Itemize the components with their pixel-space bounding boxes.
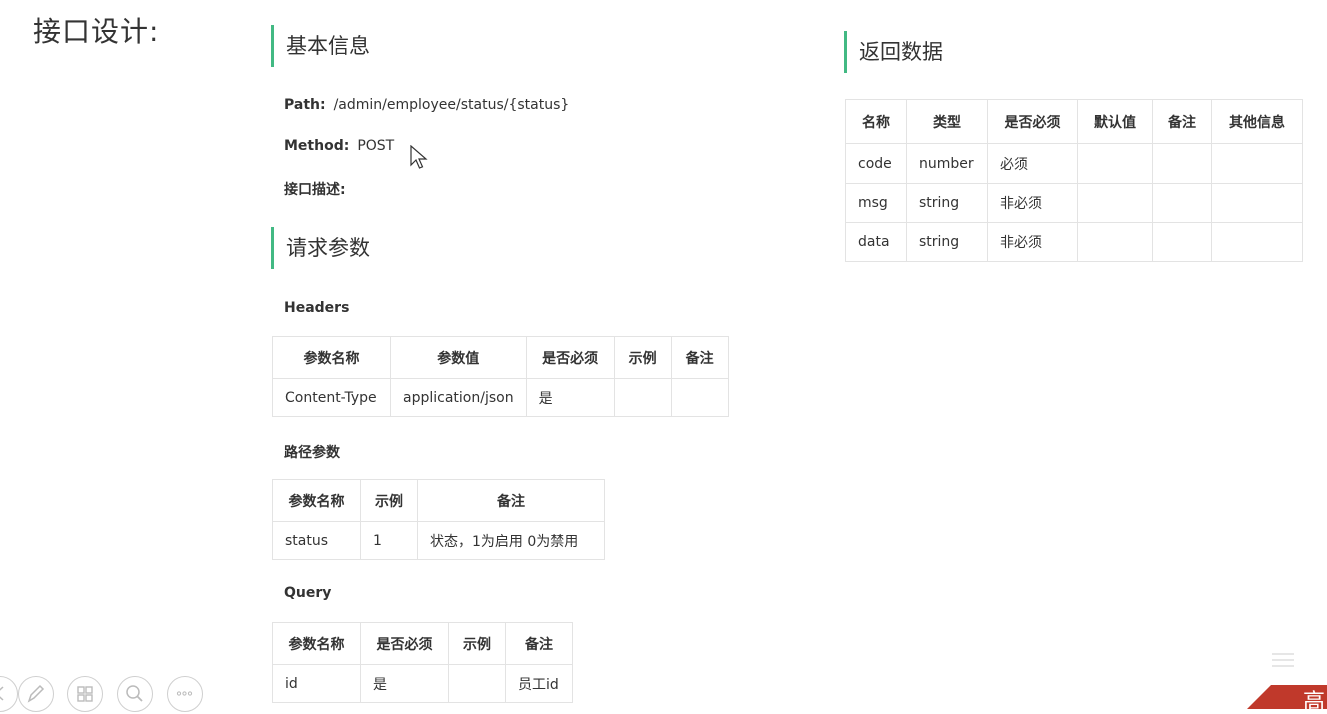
table-cell: 必须	[987, 143, 1078, 184]
arrow-icon	[0, 686, 4, 701]
response-table: 名称 类型 是否必须 默认值 备注 其他信息 code number 必须 ms…	[845, 99, 1303, 262]
resp-col-name: 名称	[845, 99, 907, 144]
more-dots-icon	[176, 691, 193, 696]
table-cell: application/json	[390, 378, 527, 417]
table-cell: 状态，1为启用 0为禁用	[417, 521, 605, 560]
table-cell: 非必须	[987, 222, 1078, 262]
mouse-cursor-icon	[410, 145, 428, 169]
table-cell	[1077, 183, 1153, 223]
resp-col-default: 默认值	[1077, 99, 1153, 144]
headers-col-required: 是否必须	[525, 336, 615, 379]
desc-row: 接口描述:	[284, 179, 354, 199]
table-cell	[1211, 222, 1303, 262]
table-cell: Content-Type	[272, 378, 391, 417]
table-row: id 是 员工id	[272, 664, 573, 703]
method-row: Method: POST	[284, 138, 394, 154]
query-col-required: 是否必须	[360, 622, 449, 665]
presentation-toolbar	[0, 669, 220, 712]
resp-col-required: 是否必须	[987, 99, 1078, 144]
headers-col-remark: 备注	[670, 336, 729, 379]
table-cell	[448, 664, 506, 703]
table-cell	[1211, 143, 1303, 184]
table-cell	[670, 378, 729, 417]
slide-title: 接口设计:	[33, 15, 160, 48]
query-col-remark: 备注	[505, 622, 573, 665]
slides-grid-icon	[77, 686, 93, 702]
table-cell: code	[845, 143, 907, 184]
table-cell: status	[272, 521, 361, 560]
table-row: code number 必须	[845, 143, 1303, 184]
table-cell: string	[906, 222, 988, 262]
table-row: msg string 非必须	[845, 183, 1303, 223]
table-cell	[1077, 222, 1153, 262]
resp-col-type: 类型	[906, 99, 988, 144]
headers-col-example: 示例	[613, 336, 672, 379]
table-cell	[1152, 222, 1212, 262]
path-params-table: 参数名称 示例 备注 status 1 状态，1为启用 0为禁用	[272, 479, 605, 560]
zoom-button[interactable]	[117, 676, 153, 712]
table-cell	[1077, 143, 1153, 184]
table-row: status 1 状态，1为启用 0为禁用	[272, 521, 605, 560]
pen-tool-button[interactable]	[18, 676, 54, 712]
table-cell: 是	[525, 378, 615, 417]
path-col-remark: 备注	[417, 479, 605, 522]
section-request-params: 请求参数	[271, 227, 370, 269]
headers-table: 参数名称 参数值 是否必须 示例 备注 Content-Type applica…	[272, 336, 729, 417]
table-cell: string	[906, 183, 988, 223]
path-value: /admin/employee/status/{status}	[333, 97, 570, 113]
slide-overview-button[interactable]	[67, 676, 103, 712]
magnifier-icon	[126, 685, 143, 702]
table-cell: 非必须	[987, 183, 1078, 223]
table-row: data string 非必须	[845, 222, 1303, 262]
corner-banner-icon: 高	[1247, 653, 1327, 714]
table-cell: number	[906, 143, 988, 184]
query-col-name: 参数名称	[272, 622, 361, 665]
path-params-title: 路径参数	[284, 445, 340, 461]
headers-col-name: 参数名称	[272, 336, 391, 379]
desc-label: 接口描述:	[284, 182, 346, 198]
table-cell	[613, 378, 672, 417]
table-cell: 员工id	[505, 664, 573, 703]
path-row: Path: /admin/employee/status/{status}	[284, 97, 569, 113]
query-title: Query	[284, 585, 332, 601]
table-cell: data	[845, 222, 907, 262]
corner-glyph: 高	[1303, 690, 1325, 709]
table-cell: msg	[845, 183, 907, 223]
path-col-example: 示例	[360, 479, 418, 522]
headers-col-value: 参数值	[390, 336, 527, 379]
path-col-name: 参数名称	[272, 479, 361, 522]
method-value: POST	[357, 138, 395, 154]
query-col-example: 示例	[448, 622, 506, 665]
table-cell	[1211, 183, 1303, 223]
more-options-button[interactable]	[167, 676, 203, 712]
method-label: Method:	[284, 138, 350, 154]
previous-slide-button[interactable]	[0, 676, 18, 712]
resp-col-other: 其他信息	[1211, 99, 1303, 144]
section-basic-info: 基本信息	[271, 25, 370, 67]
table-cell: id	[272, 664, 361, 703]
table-cell: 1	[360, 521, 418, 560]
resp-col-remark: 备注	[1152, 99, 1212, 144]
pen-icon	[27, 684, 45, 703]
headers-title: Headers	[284, 300, 350, 316]
corner-logo: 高	[1247, 649, 1327, 714]
section-response-data: 返回数据	[844, 31, 943, 73]
table-row: Content-Type application/json 是	[272, 378, 729, 417]
query-table: 参数名称 是否必须 示例 备注 id 是 员工id	[272, 622, 573, 703]
table-cell	[1152, 183, 1212, 223]
table-cell: 是	[360, 664, 449, 703]
table-cell	[1152, 143, 1212, 184]
path-label: Path:	[284, 97, 326, 113]
